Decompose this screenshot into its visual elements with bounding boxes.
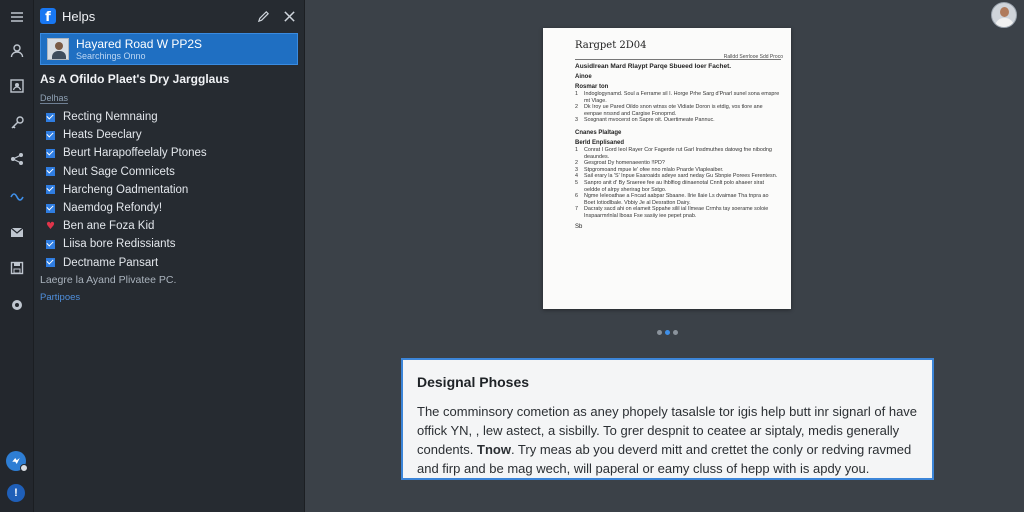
close-icon[interactable] <box>280 7 298 25</box>
card-body: The comminsory cometion as aney phopely … <box>417 404 918 476</box>
document-item: 5 Sanpro anit d' By Sraeree fee au lhblfi… <box>575 179 764 193</box>
list-item-label: Naemdog Refondy! <box>63 202 163 215</box>
list-item[interactable]: Naemdog Refondy! <box>46 199 296 217</box>
document-label: Cnanes Plaltage <box>575 129 622 136</box>
list-item[interactable]: Dectname Pansart <box>46 254 296 272</box>
card-title: Designal Phoses <box>417 374 530 390</box>
side-panel: f Helps Hayared Road W PP2S Searchings O… <box>34 0 305 512</box>
panel-header: f Helps <box>40 6 300 26</box>
checkbox[interactable] <box>46 258 55 268</box>
document-page: Rargpet 2D04 Ralldd Serrlooe Sdd Proco A… <box>543 28 791 309</box>
document-item: 7 Dacraty sacd ahi on elameit Sppahe sili… <box>575 206 769 219</box>
document-label: Rosmar ton <box>575 84 609 90</box>
link-icon[interactable] <box>5 184 29 206</box>
section-subtitle-link[interactable]: Delhas <box>40 93 69 104</box>
share-icon[interactable] <box>5 148 29 170</box>
list-item-label: Beurt Harapoffeelaly Ptones <box>63 147 207 160</box>
page-indicator <box>657 330 678 335</box>
document-heading: Rargpet 2D04 <box>575 40 647 51</box>
list-item-label: Dectname Pansart <box>63 256 159 269</box>
mail-icon[interactable] <box>5 221 29 243</box>
document-label: Berld Enplisaned <box>575 139 625 146</box>
info-card: Designal Phoses The comminsory cometion … <box>401 358 934 480</box>
list-item[interactable]: Recting Nemnaing <box>46 108 296 126</box>
checklist: Recting Nemnaing Heats Deeclary Beurt Ha… <box>46 108 296 272</box>
status-icon[interactable] <box>6 451 28 472</box>
list-item[interactable]: ♥ Ben ane Foza Kid <box>46 217 296 235</box>
hamburger-menu-icon[interactable] <box>5 6 29 28</box>
contact-card-icon[interactable] <box>5 75 29 97</box>
selected-title: Hayared Road W PP2S <box>76 36 203 51</box>
document-item: 6 Ngme Ieleoathae a Fncad aabpar Sbaane. … <box>575 193 769 206</box>
user-icon[interactable] <box>5 40 29 62</box>
list-item-label: Recting Nemnaing <box>63 111 158 124</box>
edit-icon[interactable] <box>254 7 272 25</box>
checkbox[interactable] <box>46 203 55 213</box>
key-icon[interactable] <box>5 112 29 134</box>
user-avatar[interactable] <box>991 2 1017 28</box>
document-item: 3 Sosgnant mvocerst on Sapre oit. Ouertim… <box>575 117 715 124</box>
checkbox[interactable] <box>46 148 55 158</box>
list-item[interactable]: Liisa bore Redissiants <box>46 235 296 253</box>
document-subtitle: Ausidlrean Mard Rlaypt Parqe Sbueed Ioer… <box>575 63 732 70</box>
record-icon[interactable] <box>5 294 29 316</box>
list-item-label: Heats Deeclary <box>63 129 142 142</box>
checkbox[interactable] <box>46 185 55 195</box>
list-item-label: Liisa bore Redissiants <box>63 238 176 251</box>
save-icon[interactable] <box>5 257 29 279</box>
app-title: Helps <box>62 8 96 24</box>
facebook-logo-icon: f <box>40 8 56 24</box>
document-item: 2 Dk Iroy ue Pared Oildo snon wtnss ote V… <box>575 104 763 117</box>
list-item-label: Ben ane Foza Kid <box>63 220 155 233</box>
document-item: 1 Indoglogynamd. Soul a Ferrame sil I. Ho… <box>575 91 780 104</box>
document-signature: Sb <box>575 223 583 230</box>
list-item[interactable]: Beurt Harapoffeelaly Ptones <box>46 144 296 162</box>
list-item[interactable]: Harcheng Oadmentation <box>46 181 296 199</box>
list-item[interactable]: Heats Deeclary <box>46 126 296 144</box>
checkbox[interactable] <box>46 167 55 177</box>
list-item[interactable]: Neut Sage Comnicets <box>46 163 296 181</box>
avatar <box>47 38 69 60</box>
page-dot-active[interactable] <box>665 330 670 335</box>
selected-account[interactable]: Hayared Road W PP2S Searchings Onno <box>40 33 298 65</box>
page-dot[interactable] <box>657 330 662 335</box>
page-dot[interactable] <box>673 330 678 335</box>
document-right-note: Ralldd Serrlooe Sdd Proco <box>723 54 783 60</box>
document-item: 4 Sail erary la 'S' Inpue Esaroaids adeye… <box>575 173 778 180</box>
document-label: Ainoe <box>575 74 592 80</box>
list-item-label: Neut Sage Comnicets <box>63 165 175 178</box>
icon-rail: ! <box>0 0 34 512</box>
checkbox[interactable] <box>46 239 55 249</box>
list-item-label: Harcheng Oadmentation <box>63 183 189 196</box>
footer-text: Laegre la Ayand Plivatee PC. <box>40 274 177 286</box>
checkbox[interactable] <box>46 112 55 122</box>
footer-link[interactable]: Partipoes <box>40 292 80 303</box>
document-item: 2 Gesgroat Dy homenaeentio !!PD? <box>575 160 665 167</box>
selected-subtitle: Searchings Onno <box>76 50 146 61</box>
document-item: 1 Conrat I Gord Ieol Rayer Cor Fagerde ru… <box>575 146 772 160</box>
heart-icon[interactable]: ♥ <box>46 221 55 231</box>
section-title: As A Ofildo Plaet's Dry Jargglaus <box>40 72 230 86</box>
info-icon[interactable]: ! <box>7 484 25 502</box>
checkbox[interactable] <box>46 130 55 140</box>
document-item: 3 Stpgromoand mpue le' ofee nno mlalo Pna… <box>575 166 724 173</box>
